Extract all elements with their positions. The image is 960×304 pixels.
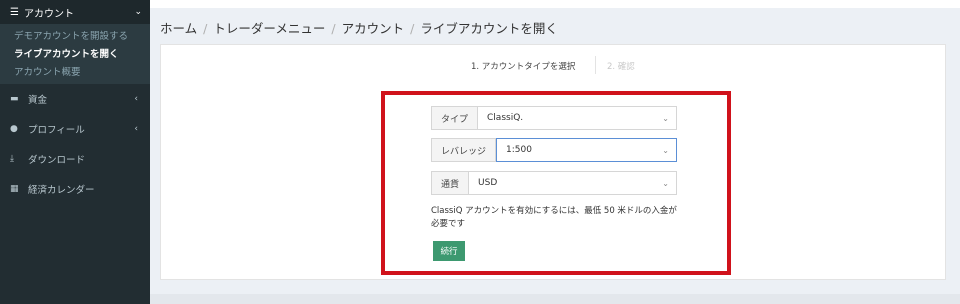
chevron-down-icon: ⌄ — [662, 145, 669, 155]
wallet-icon: ▬ — [10, 94, 19, 104]
submenu-item-demo-account[interactable]: デモアカウントを開設する — [0, 28, 150, 46]
account-type-label: タイプ — [432, 107, 479, 129]
account-type-value: ClassiQ. — [487, 113, 524, 123]
footer-shade — [150, 294, 960, 304]
leverage-select[interactable]: 1:500 ⌄ — [496, 138, 677, 162]
sidebar-item-account[interactable]: ☰ アカウント ⌄ — [0, 0, 150, 24]
sidebar: ☰ アカウント ⌄ デモアカウントを開設する ライブアカウントを開く アカウント… — [0, 0, 150, 304]
sidebar-item-download[interactable]: ⤓ ダウンロード — [0, 144, 150, 174]
download-icon: ⤓ — [10, 154, 14, 164]
sidebar-item-profile[interactable]: ● プロフィール ‹ — [0, 114, 150, 144]
sidebar-item-label: アカウント — [24, 8, 74, 20]
open-live-account-panel: 1. アカウントタイプを選択 2. 確認 タイプ ClassiQ. ⌄ レバレッ… — [160, 44, 946, 280]
sidebar-item-label: 経済カレンダー — [28, 185, 95, 196]
breadcrumb-separator: / — [410, 21, 415, 36]
chevron-down-icon: ⌄ — [134, 7, 142, 17]
breadcrumb-trader-menu[interactable]: トレーダーメニュー — [213, 21, 325, 36]
currency-label: 通貨 — [432, 172, 470, 194]
account-type-select[interactable]: ClassiQ. ⌄ — [478, 107, 676, 129]
submenu-item-account-overview[interactable]: アカウント概要 — [0, 64, 150, 82]
sidebar-item-label: 資金 — [28, 95, 48, 106]
account-submenu: デモアカウントを開設する ライブアカウントを開く アカウント概要 — [0, 24, 150, 84]
sidebar-item-economic-calendar[interactable]: ▦ 経済カレンダー — [0, 174, 150, 204]
main-content: ホーム / トレーダーメニュー / アカウント / ライブアカウントを開く 1. アカウント… — [150, 0, 960, 304]
breadcrumb: ホーム / トレーダーメニュー / アカウント / ライブアカウントを開く — [160, 18, 558, 37]
sidebar-item-label: ダウンロード — [28, 155, 86, 166]
breadcrumb-home[interactable]: ホーム — [160, 21, 197, 36]
leverage-field: レバレッジ 1:500 ⌄ — [431, 138, 677, 162]
calendar-icon: ▦ — [10, 184, 19, 194]
chevron-down-icon: ⌄ — [662, 178, 669, 188]
user-icon: ● — [10, 124, 18, 134]
leverage-value: 1:500 — [506, 145, 532, 155]
sidebar-item-funds[interactable]: ▬ 資金 ‹ — [0, 84, 150, 114]
chevron-left-icon: ‹ — [134, 124, 138, 134]
list-icon: ☰ — [10, 6, 19, 18]
minimum-deposit-notice: ClassiQ アカウントを有効にするには、最低 50 米ドルの入金が必要です — [431, 206, 677, 229]
step-select-account-type: 1. アカウントタイプを選択 — [471, 62, 576, 72]
account-type-field: タイプ ClassiQ. ⌄ — [431, 106, 677, 130]
step-confirm: 2. 確認 — [607, 62, 635, 72]
sidebar-item-label: プロフィール — [28, 125, 85, 136]
submenu-item-live-account[interactable]: ライブアカウントを開く — [0, 46, 150, 64]
currency-field: 通貨 USD ⌄ — [431, 171, 677, 195]
chevron-left-icon: ‹ — [134, 94, 138, 104]
chevron-down-icon: ⌄ — [662, 113, 669, 123]
currency-value: USD — [478, 178, 498, 188]
breadcrumb-separator: / — [203, 21, 208, 36]
breadcrumb-account[interactable]: アカウント — [342, 21, 405, 36]
breadcrumb-current: ライブアカウントを開く — [420, 21, 558, 36]
continue-button[interactable]: 続行 — [433, 241, 465, 261]
currency-select[interactable]: USD ⌄ — [469, 172, 676, 194]
top-navbar — [150, 0, 960, 8]
step-divider — [595, 56, 596, 74]
breadcrumb-separator: / — [331, 21, 336, 36]
leverage-label: レバレッジ — [432, 139, 497, 161]
